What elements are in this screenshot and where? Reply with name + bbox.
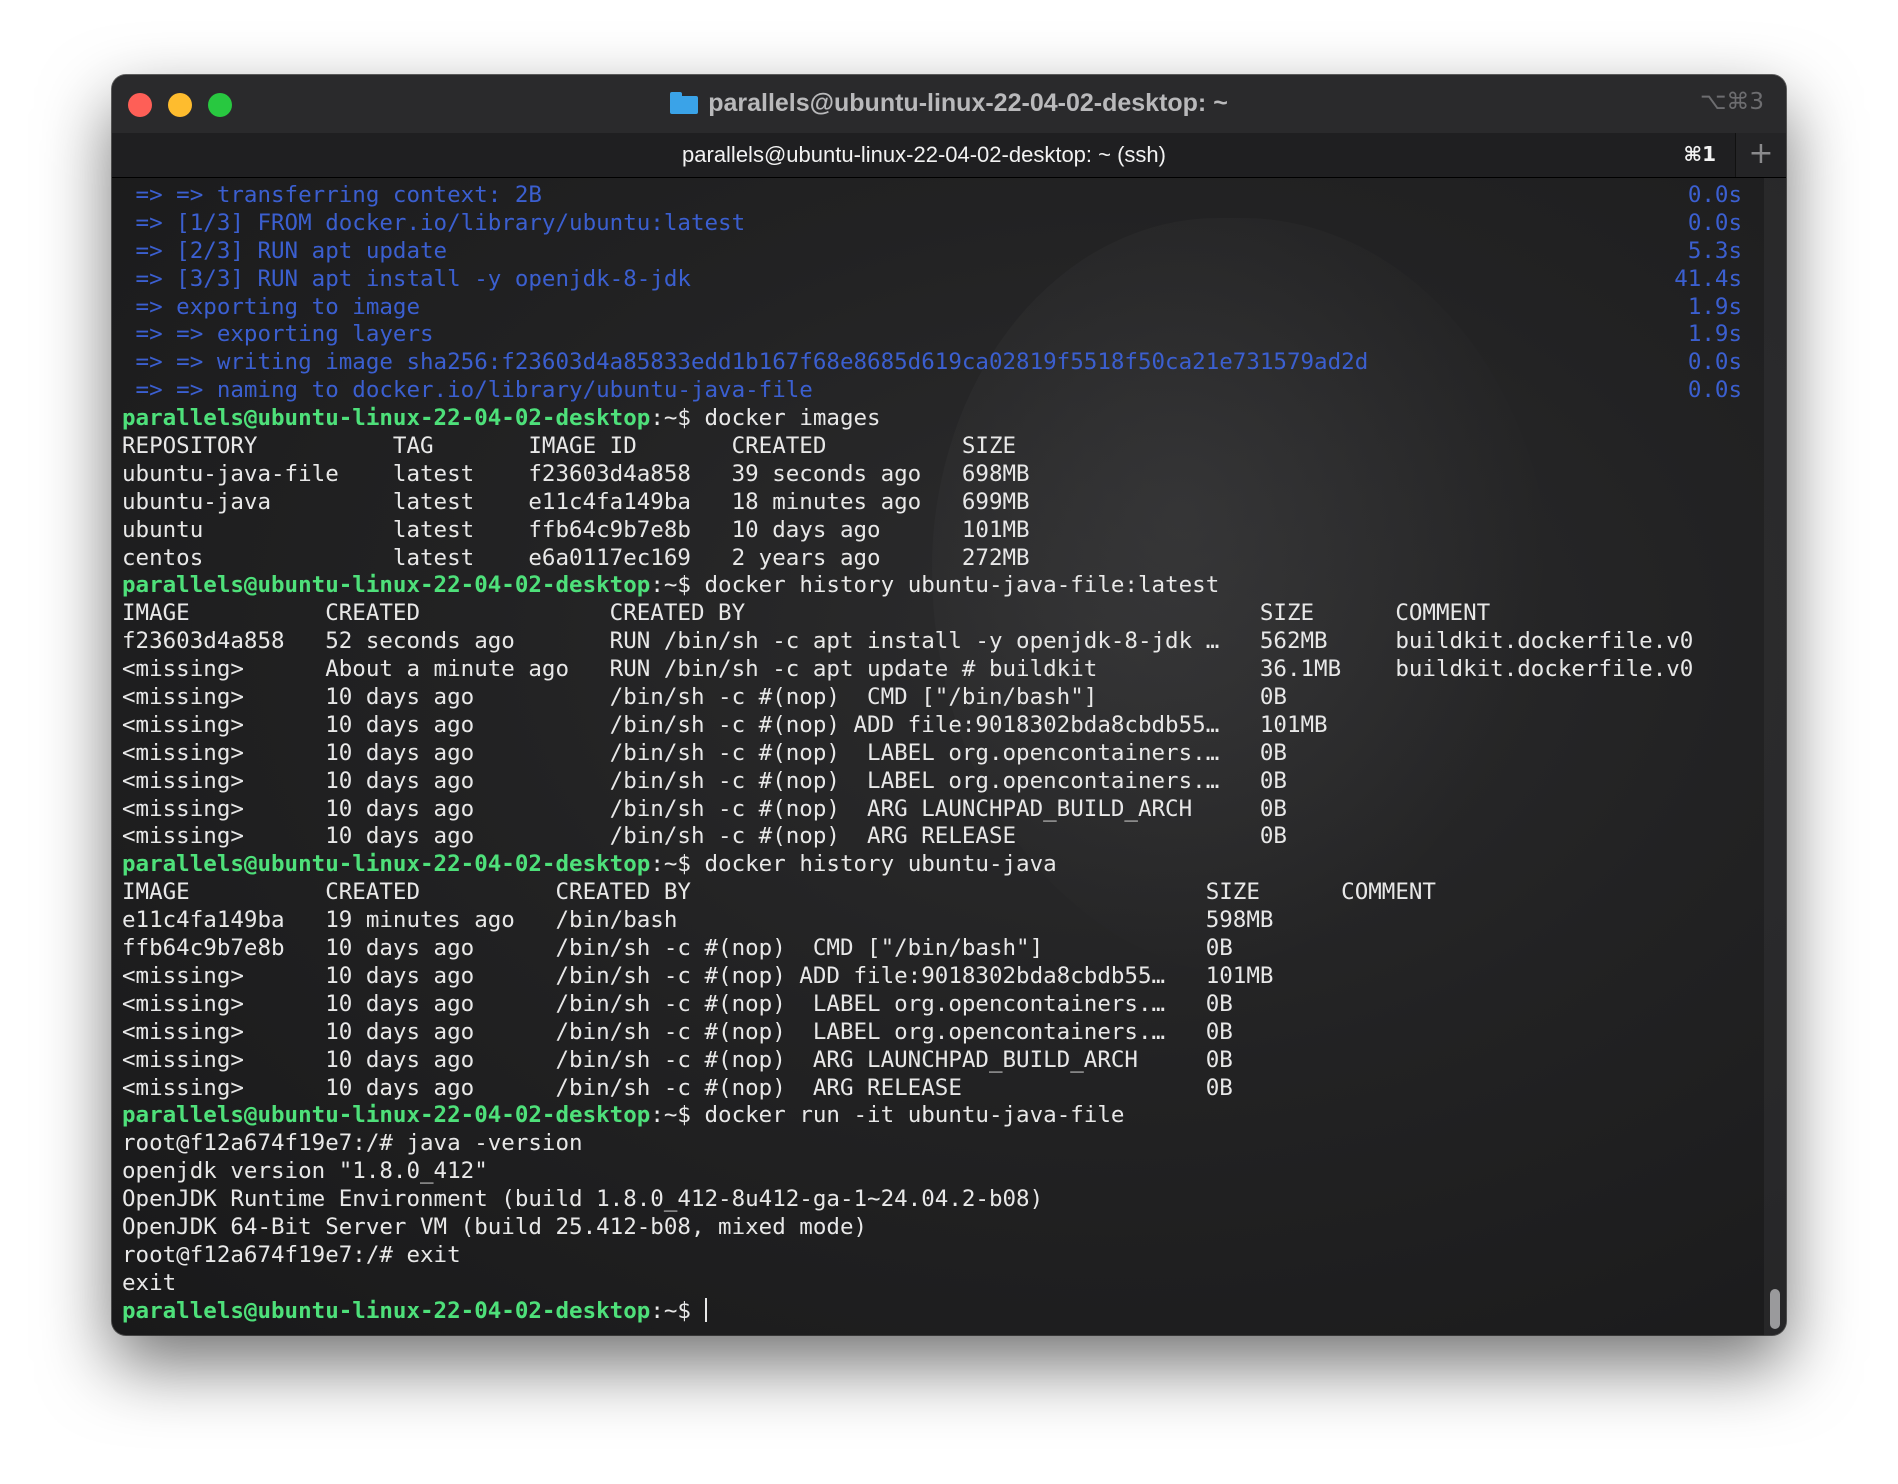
build-step-time: 0.0s — [1687, 349, 1742, 376]
terminal-pane[interactable]: => => transferring context: 2B 0.0s => [1… — [112, 178, 1786, 1335]
build-line: => => naming to docker.io/library/ubuntu… — [122, 377, 1742, 405]
tab-shortcut: ⌘1 — [1683, 142, 1716, 166]
history-table-row: <missing> 10 days ago /bin/sh -c #(nop) … — [122, 739, 1287, 766]
images-table-row: REPOSITORY TAG IMAGE ID CREATED SIZE — [122, 433, 1017, 460]
history-table-row: <missing> 10 days ago /bin/sh -c #(nop) … — [122, 1046, 1233, 1073]
history-table-row: <missing> 10 days ago /bin/sh -c #(nop) … — [122, 962, 1274, 989]
command-text: docker history ubuntu-java-file:latest — [704, 572, 1220, 599]
prompt-user-host: parallels@ubuntu-linux-22-04-02-desktop — [122, 572, 651, 599]
output-line: OpenJDK Runtime Environment (build 1.8.0… — [122, 1186, 1044, 1213]
history-table-row: <missing> 10 days ago /bin/sh -c #(nop) … — [122, 767, 1287, 794]
images-table-row: ubuntu latest ffb64c9b7e8b 10 days ago 1… — [122, 516, 1030, 543]
build-step-time: 0.0s — [1687, 182, 1742, 208]
history-table-row: <missing> 10 days ago /bin/sh -c #(nop) … — [122, 990, 1233, 1017]
prompt-line: parallels@ubuntu-linux-22-04-02-desktop:… — [122, 1102, 1742, 1130]
build-step-text: => [1/3] FROM docker.io/library/ubuntu:l… — [122, 209, 746, 236]
images-table-row: ubuntu-java latest e11c4fa149ba 18 minut… — [122, 488, 1030, 515]
scrollbar-thumb[interactable] — [1770, 1289, 1780, 1329]
build-step-text: => => exporting layers — [122, 321, 434, 348]
history-table-row: <missing> 10 days ago /bin/sh -c #(nop) … — [122, 823, 1287, 850]
terminal-window: parallels@ubuntu-linux-22-04-02-desktop:… — [112, 75, 1786, 1335]
history-table-row: <missing> 10 days ago /bin/sh -c #(nop) … — [122, 1018, 1233, 1045]
tab-bar: parallels@ubuntu-linux-22-04-02-desktop:… — [112, 133, 1786, 178]
build-line: => [1/3] FROM docker.io/library/ubuntu:l… — [122, 210, 1742, 238]
prompt-line: parallels@ubuntu-linux-22-04-02-desktop:… — [122, 405, 1742, 433]
prompt-line: parallels@ubuntu-linux-22-04-02-desktop:… — [122, 851, 1742, 879]
build-step-text: => => naming to docker.io/library/ubuntu… — [122, 377, 813, 404]
build-line: => [2/3] RUN apt update 5.3s — [122, 238, 1742, 266]
output-line: root@f12a674f19e7:/# java -version — [122, 1130, 583, 1157]
prompt-line: parallels@ubuntu-linux-22-04-02-desktop:… — [122, 572, 1742, 600]
history-table-row: <missing> About a minute ago RUN /bin/sh… — [122, 656, 1694, 683]
build-step-text: => => transferring context: 2B — [122, 182, 542, 208]
prompt-line: parallels@ubuntu-linux-22-04-02-desktop:… — [122, 1297, 1742, 1326]
prompt-path: :~$ — [650, 405, 705, 432]
build-step-text: => => writing image sha256:f23603d4a8583… — [122, 349, 1369, 376]
prompt-path: :~$ — [650, 851, 705, 878]
output-line: openjdk version "1.8.0_412" — [122, 1158, 488, 1185]
window-title-container: parallels@ubuntu-linux-22-04-02-desktop:… — [112, 89, 1786, 118]
history-table-row: IMAGE CREATED CREATED BY SIZE COMMENT — [122, 879, 1436, 906]
terminal-output: => => transferring context: 2B 0.0s => [1… — [122, 182, 1742, 1326]
history-table-row: <missing> 10 days ago /bin/sh -c #(nop) … — [122, 711, 1328, 738]
window-shortcut: ⌥⌘3 — [1699, 89, 1764, 115]
history-table-row: IMAGE CREATED CREATED BY SIZE COMMENT — [122, 600, 1491, 627]
history-table-row: f23603d4a858 52 seconds ago RUN /bin/sh … — [122, 628, 1694, 655]
text-cursor — [704, 1297, 707, 1322]
command-text: docker images — [704, 405, 881, 432]
history-table-row: ffb64c9b7e8b 10 days ago /bin/sh -c #(no… — [122, 935, 1233, 962]
build-line: => exporting to image 1.9s — [122, 294, 1742, 322]
history-table-row: <missing> 10 days ago /bin/sh -c #(nop) … — [122, 1074, 1233, 1101]
build-line: => => exporting layers 1.9s — [122, 321, 1742, 349]
new-tab-button[interactable]: + — [1735, 133, 1786, 177]
build-line: => [3/3] RUN apt install -y openjdk-8-jd… — [122, 266, 1742, 294]
build-step-time: 1.9s — [1687, 293, 1742, 320]
images-table-row: ubuntu-java-file latest f23603d4a858 39 … — [122, 460, 1030, 487]
build-step-time: 0.0s — [1687, 377, 1742, 404]
build-step-text: => [2/3] RUN apt update — [122, 237, 448, 264]
build-step-text: => exporting to image — [122, 293, 421, 320]
tab-label: parallels@ubuntu-linux-22-04-02-desktop:… — [682, 142, 1166, 167]
build-step-time: 41.4s — [1674, 265, 1742, 292]
build-step-time: 1.9s — [1687, 321, 1742, 348]
tab-ssh[interactable]: parallels@ubuntu-linux-22-04-02-desktop:… — [112, 133, 1736, 177]
output-line: OpenJDK 64-Bit Server VM (build 25.412-b… — [122, 1213, 868, 1240]
command-text: docker history ubuntu-java — [704, 851, 1057, 878]
build-step-time: 0.0s — [1687, 209, 1742, 236]
prompt-user-host: parallels@ubuntu-linux-22-04-02-desktop — [122, 1102, 651, 1129]
prompt-path: :~$ — [650, 1297, 705, 1324]
build-line: => => transferring context: 2B 0.0s — [122, 182, 1742, 210]
history-table-row: e11c4fa149ba 19 minutes ago /bin/bash 59… — [122, 907, 1274, 934]
folder-icon — [670, 92, 699, 114]
history-table-row: <missing> 10 days ago /bin/sh -c #(nop) … — [122, 795, 1287, 822]
output-line: exit — [122, 1269, 177, 1296]
prompt-path: :~$ — [650, 1102, 705, 1129]
build-step-text: => [3/3] RUN apt install -y openjdk-8-jd… — [122, 265, 691, 292]
window-title: parallels@ubuntu-linux-22-04-02-desktop:… — [708, 89, 1228, 117]
scrollbar-track[interactable] — [1764, 178, 1786, 1335]
prompt-path: :~$ — [650, 572, 705, 599]
command-text: docker run -it ubuntu-java-file — [704, 1102, 1125, 1129]
output-line: root@f12a674f19e7:/# exit — [122, 1241, 461, 1268]
history-table-row: <missing> 10 days ago /bin/sh -c #(nop) … — [122, 684, 1287, 711]
build-line: => => writing image sha256:f23603d4a8583… — [122, 349, 1742, 377]
images-table-row: centos latest e6a0117ec169 2 years ago 2… — [122, 544, 1030, 571]
prompt-user-host: parallels@ubuntu-linux-22-04-02-desktop — [122, 851, 651, 878]
build-step-time: 5.3s — [1687, 237, 1742, 264]
prompt-user-host: parallels@ubuntu-linux-22-04-02-desktop — [122, 405, 651, 432]
prompt-user-host: parallels@ubuntu-linux-22-04-02-desktop — [122, 1297, 651, 1324]
title-bar[interactable]: parallels@ubuntu-linux-22-04-02-desktop:… — [112, 75, 1786, 133]
